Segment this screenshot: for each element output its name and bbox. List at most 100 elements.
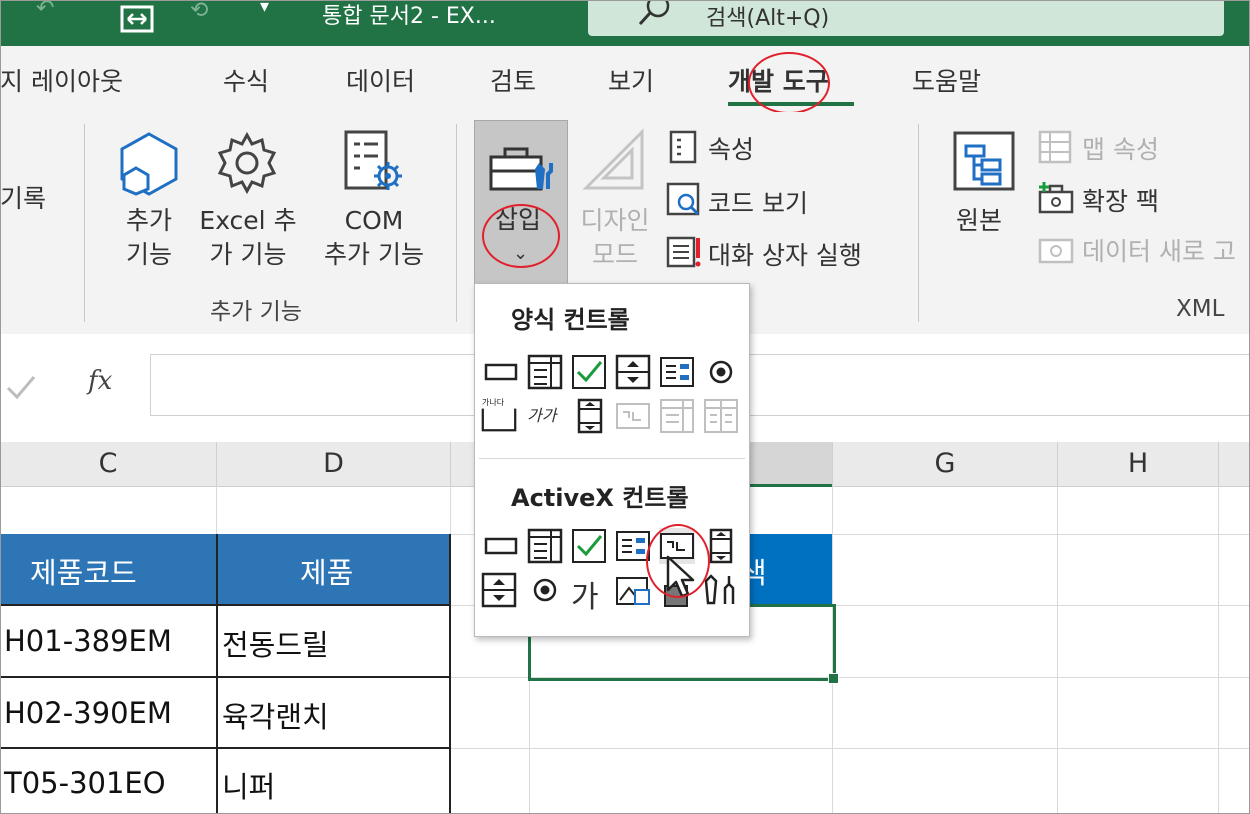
activex-option-button-icon[interactable] [527, 572, 563, 608]
form-option-button-icon[interactable] [703, 354, 739, 390]
xml-source-button[interactable]: 원본 [956, 204, 1002, 238]
addins-label-1: 추가 [125, 206, 172, 235]
highlight-circle [748, 52, 830, 114]
view-code-button[interactable]: 코드 보기 [708, 184, 808, 220]
activex-spinner-icon[interactable] [481, 572, 517, 608]
com-addins-button[interactable]: COM 추가 기능 [312, 204, 436, 272]
search-icon [636, 0, 676, 32]
design-mode-label-1: 디자인 [580, 206, 650, 235]
form-groupbox-icon[interactable]: 가나다 [481, 396, 521, 432]
toolbox-icon [487, 141, 559, 207]
table-cell[interactable]: H01-389EM [4, 624, 172, 658]
check-icon[interactable] [4, 372, 38, 406]
quick-access-dropdown-icon[interactable]: ▾ [260, 0, 269, 17]
refresh-data-button[interactable]: 데이터 새로 고 [1082, 232, 1236, 268]
form-label-icon[interactable]: 가가 [527, 402, 556, 426]
expansion-pack-button[interactable]: 확장 팩 [1082, 182, 1159, 218]
design-mode-icon[interactable] [582, 128, 646, 196]
tab-help[interactable]: 도움말 [912, 62, 981, 98]
clear-format-icon[interactable]: ⟲ [190, 0, 208, 23]
addins-label-2: 기능 [125, 240, 172, 269]
refresh-data-icon[interactable] [1036, 230, 1076, 270]
excel-addins-button[interactable]: Excel 추 가 기능 [196, 204, 300, 272]
activex-checkbox-icon[interactable] [571, 528, 607, 564]
table-cell[interactable]: H02-390EM [4, 696, 172, 730]
table-cell[interactable]: T05-301EO [4, 766, 166, 800]
tab-view[interactable]: 보기 [608, 62, 654, 98]
tab-formulas[interactable]: 수식 [223, 62, 269, 98]
map-properties-button[interactable]: 맵 속성 [1082, 130, 1159, 166]
highlight-circle [482, 204, 560, 268]
form-button-icon[interactable] [483, 354, 519, 390]
column-header-c[interactable]: C [0, 442, 217, 486]
table-border [449, 534, 451, 814]
search-placeholder: 검색(Alt+Q) [706, 6, 830, 31]
form-combobox-icon[interactable] [527, 354, 563, 390]
addins-group-label: 추가 기능 [210, 299, 302, 325]
search-box[interactable]: 검색(Alt+Q) [588, 0, 1224, 36]
ribbon-separator [84, 124, 85, 322]
excel-addins-label-2: 가 기능 [209, 240, 287, 269]
run-dialog-icon[interactable] [666, 234, 702, 274]
tab-data[interactable]: 데이터 [346, 62, 415, 98]
tab-page-layout[interactable]: 지 레이아웃 [0, 62, 123, 98]
com-addins-icon[interactable] [342, 130, 408, 200]
column-header-h[interactable]: H [1058, 442, 1219, 486]
undo-icon[interactable]: ↶ [36, 0, 54, 21]
activex-label-icon[interactable]: 가 [571, 572, 599, 616]
insert-function-icon[interactable]: fx [88, 366, 112, 396]
activex-combobox-icon[interactable] [527, 528, 563, 564]
dropdown-separator [479, 458, 745, 459]
form-checkbox-icon[interactable] [571, 354, 607, 390]
activex-more-controls-icon[interactable] [703, 572, 739, 608]
form-combo-list-icon[interactable] [659, 398, 695, 434]
table-border [0, 676, 451, 678]
form-spinner-icon[interactable] [615, 354, 651, 390]
xml-source-icon[interactable] [952, 130, 1018, 200]
activex-button-icon[interactable] [483, 528, 519, 564]
table-cell[interactable]: 니퍼 [222, 764, 275, 806]
design-mode-button[interactable]: 디자인 모드 [574, 204, 656, 272]
form-textfield-icon[interactable] [615, 398, 651, 434]
autofit-icon[interactable] [120, 4, 154, 40]
table-header-cell[interactable]: 제품코드 [30, 550, 137, 592]
grid-line [1218, 486, 1219, 814]
column-header-d[interactable]: D [217, 442, 451, 486]
ribbon-separator [918, 124, 919, 322]
table-header-cell[interactable]: 제품 [300, 550, 353, 592]
addins-button[interactable]: 추가 기능 [112, 204, 186, 272]
expansion-pack-icon[interactable] [1036, 180, 1076, 220]
xml-group-label: XML [1176, 296, 1225, 322]
properties-icon[interactable] [668, 130, 698, 168]
fill-handle[interactable] [828, 673, 839, 684]
gear-icon[interactable] [214, 130, 280, 200]
com-addins-label-2: 추가 기능 [324, 240, 424, 269]
design-mode-label-2: 모드 [591, 240, 638, 269]
title-bar: ↶ ⟲ ▾ 통합 문서2 - EX... 검색(Alt+Q) [0, 0, 1250, 46]
activex-controls-title: ActiveX 컨트롤 [511, 484, 689, 512]
table-border [0, 747, 451, 749]
tab-review[interactable]: 검토 [490, 62, 536, 98]
form-combo-dropdown-icon[interactable] [703, 398, 739, 434]
properties-button[interactable]: 속성 [708, 130, 754, 166]
activex-image-icon[interactable] [615, 572, 651, 608]
table-cell[interactable]: 전동드릴 [222, 622, 329, 664]
table-border [0, 604, 451, 606]
view-code-icon[interactable] [666, 182, 702, 222]
ribbon-tabs: 지 레이아웃 수식 데이터 검토 보기 개발 도구 도움말 [0, 46, 1250, 112]
table-cell[interactable]: 육각랜치 [222, 694, 329, 736]
form-scrollbar-icon[interactable] [573, 398, 609, 434]
insert-controls-dropdown: 양식 컨트롤 가나다 가가 ActiveX 컨트롤 가 [474, 283, 750, 637]
form-controls-title: 양식 컨트롤 [511, 306, 630, 334]
column-header-g[interactable]: G [833, 442, 1058, 486]
com-addins-label-1: COM [344, 206, 404, 235]
table-border [216, 534, 218, 814]
ribbon-separator [456, 124, 457, 322]
document-title: 통합 문서2 - EX... [322, 4, 496, 29]
addins-icon[interactable] [116, 132, 182, 200]
form-listbox-icon[interactable] [659, 354, 695, 390]
groupbox-text: 가나다 [482, 397, 505, 407]
map-properties-icon[interactable] [1038, 130, 1074, 168]
run-dialog-button[interactable]: 대화 상자 실행 [708, 236, 862, 272]
record-macro-label[interactable]: 기록 [0, 182, 46, 216]
